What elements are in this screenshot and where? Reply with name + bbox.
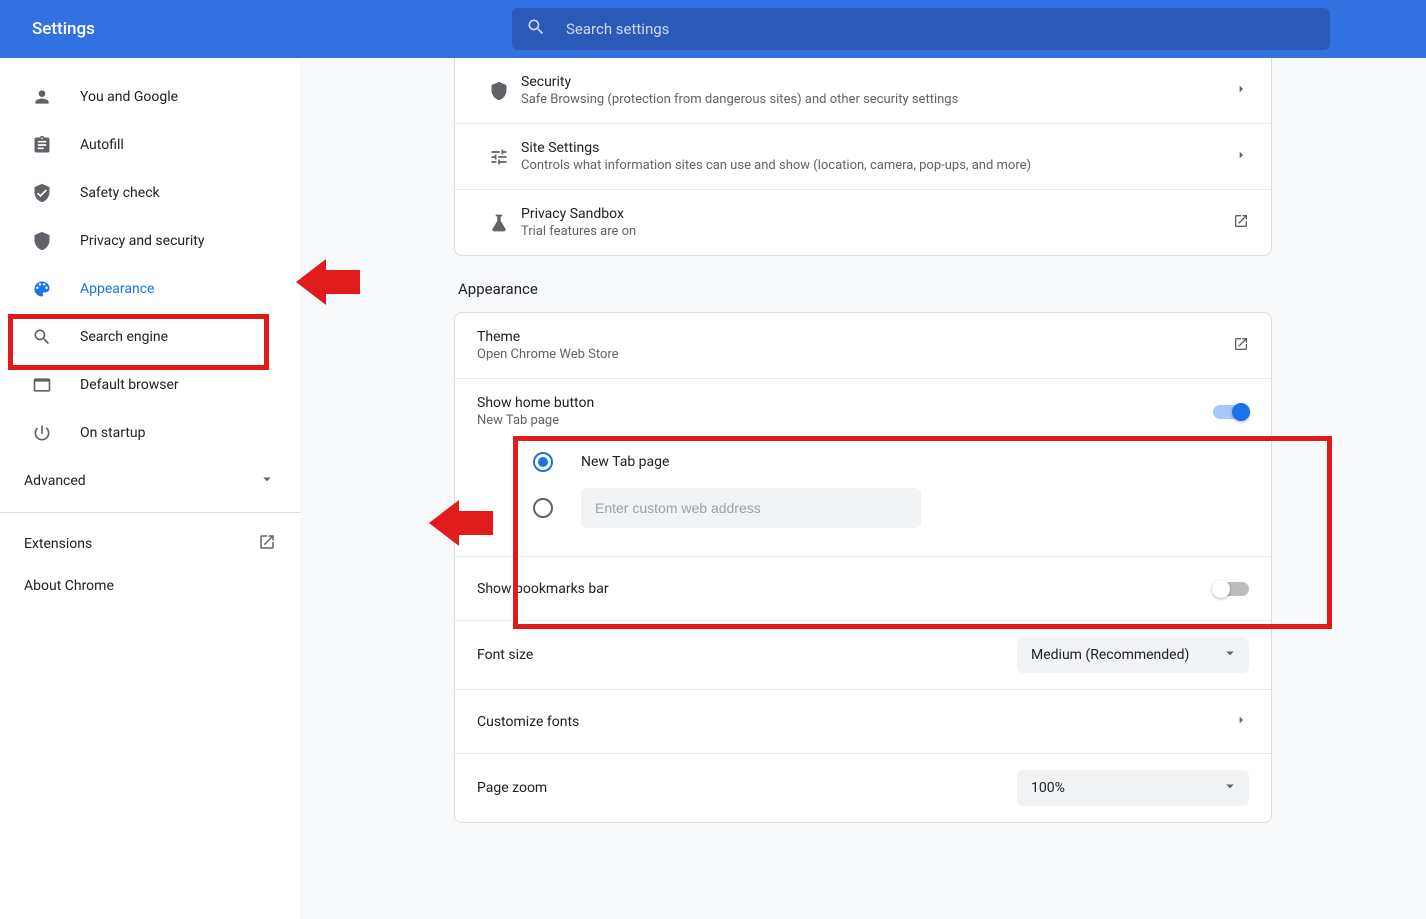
sidebar-advanced[interactable]: Advanced — [0, 460, 300, 502]
row-title: Security — [521, 74, 1233, 90]
sidebar-item-label: You and Google — [80, 89, 178, 105]
privacy-card: Security Safe Browsing (protection from … — [454, 58, 1272, 256]
section-header-appearance: Appearance — [458, 280, 1272, 298]
sidebar-item-label: Default browser — [80, 377, 179, 393]
shield-icon — [32, 231, 52, 251]
about-label: About Chrome — [24, 578, 114, 594]
sidebar-item-autofill[interactable]: Autofill — [0, 124, 280, 166]
radio-row-newtab[interactable]: New Tab page — [455, 444, 1271, 480]
sidebar-item-label: On startup — [80, 425, 146, 441]
radio-label: New Tab page — [581, 454, 669, 470]
row-title: Customize fonts — [477, 714, 1233, 730]
clipboard-icon — [32, 135, 52, 155]
chevron-right-icon — [1233, 712, 1249, 732]
sidebar-item-appearance[interactable]: Appearance — [0, 268, 280, 310]
power-icon — [32, 423, 52, 443]
sidebar-link-extensions[interactable]: Extensions — [0, 523, 300, 565]
row-show-home-button: Show home button New Tab page — [455, 378, 1271, 444]
appearance-card: Theme Open Chrome Web Store Show home bu… — [454, 312, 1272, 823]
row-customize-fonts[interactable]: Customize fonts — [455, 689, 1271, 753]
chevron-right-icon — [1233, 147, 1249, 167]
row-subtitle: Open Chrome Web Store — [477, 347, 1233, 362]
sidebar-item-search-engine[interactable]: Search engine — [0, 316, 280, 358]
sidebar-item-safety-check[interactable]: Safety check — [0, 172, 280, 214]
row-title: Show home button — [477, 395, 1213, 411]
radio-custom[interactable] — [533, 498, 553, 518]
row-title: Show bookmarks bar — [477, 581, 1213, 597]
radio-newtab[interactable] — [533, 452, 553, 472]
open-in-new-icon — [258, 533, 276, 555]
sidebar-link-about[interactable]: About Chrome — [0, 565, 300, 607]
row-subtitle: Controls what information sites can use … — [521, 158, 1233, 173]
row-show-bookmarks: Show bookmarks bar — [455, 556, 1271, 620]
sidebar-item-label: Privacy and security — [80, 233, 204, 249]
row-subtitle: New Tab page — [477, 413, 1213, 428]
row-security[interactable]: Security Safe Browsing (protection from … — [455, 58, 1271, 123]
row-page-zoom: Page zoom 100% — [455, 753, 1271, 822]
browser-icon — [32, 375, 52, 395]
open-in-new-icon — [1233, 213, 1249, 233]
sidebar-item-label: Autofill — [80, 137, 124, 153]
flask-icon — [477, 213, 521, 233]
toggle-show-home-button[interactable] — [1213, 405, 1249, 419]
sidebar-item-privacy[interactable]: Privacy and security — [0, 220, 280, 262]
palette-icon — [32, 279, 52, 299]
select-page-zoom[interactable]: 100% — [1017, 770, 1249, 806]
chevron-down-icon — [1221, 777, 1239, 799]
advanced-label: Advanced — [24, 473, 86, 489]
person-icon — [32, 87, 52, 107]
open-in-new-icon — [1233, 336, 1249, 356]
row-subtitle: Trial features are on — [521, 224, 1233, 239]
header: Settings Search settings — [0, 0, 1426, 58]
row-title: Privacy Sandbox — [521, 206, 1233, 222]
row-title: Theme — [477, 329, 1233, 345]
sidebar-item-label: Safety check — [80, 185, 160, 201]
search-icon — [526, 17, 566, 41]
row-subtitle: Safe Browsing (protection from dangerous… — [521, 92, 1233, 107]
custom-address-input[interactable] — [581, 488, 921, 528]
radio-row-custom[interactable] — [455, 480, 1271, 536]
home-button-options: New Tab page — [455, 444, 1271, 556]
search-placeholder: Search settings — [566, 20, 669, 38]
row-title: Font size — [477, 647, 1017, 663]
row-font-size: Font size Medium (Recommended) — [455, 620, 1271, 689]
chevron-down-icon — [1221, 644, 1239, 666]
sidebar-item-label: Search engine — [80, 329, 168, 345]
chevron-right-icon — [1233, 81, 1249, 101]
extensions-label: Extensions — [24, 536, 92, 552]
row-title: Site Settings — [521, 140, 1233, 156]
select-value: 100% — [1031, 780, 1065, 796]
sidebar-item-startup[interactable]: On startup — [0, 412, 280, 454]
sidebar-item-you-and-google[interactable]: You and Google — [0, 76, 280, 118]
sidebar-item-default-browser[interactable]: Default browser — [0, 364, 280, 406]
main-content: Security Safe Browsing (protection from … — [300, 58, 1426, 919]
row-privacy-sandbox[interactable]: Privacy Sandbox Trial features are on — [455, 189, 1271, 255]
row-site-settings[interactable]: Site Settings Controls what information … — [455, 123, 1271, 189]
select-font-size[interactable]: Medium (Recommended) — [1017, 637, 1249, 673]
tune-icon — [477, 147, 521, 167]
shield-icon — [477, 81, 521, 101]
sidebar-item-label: Appearance — [80, 281, 154, 297]
row-theme[interactable]: Theme Open Chrome Web Store — [455, 313, 1271, 378]
search-bar[interactable]: Search settings — [512, 8, 1330, 50]
select-value: Medium (Recommended) — [1031, 647, 1189, 663]
sidebar: You and Google Autofill Safety check Pri… — [0, 58, 300, 919]
verified-shield-icon — [32, 183, 52, 203]
row-title: Page zoom — [477, 780, 1017, 796]
search-icon — [32, 327, 52, 347]
divider — [0, 512, 300, 513]
page-title: Settings — [32, 19, 512, 39]
chevron-down-icon — [258, 470, 276, 492]
toggle-show-bookmarks[interactable] — [1213, 582, 1249, 596]
